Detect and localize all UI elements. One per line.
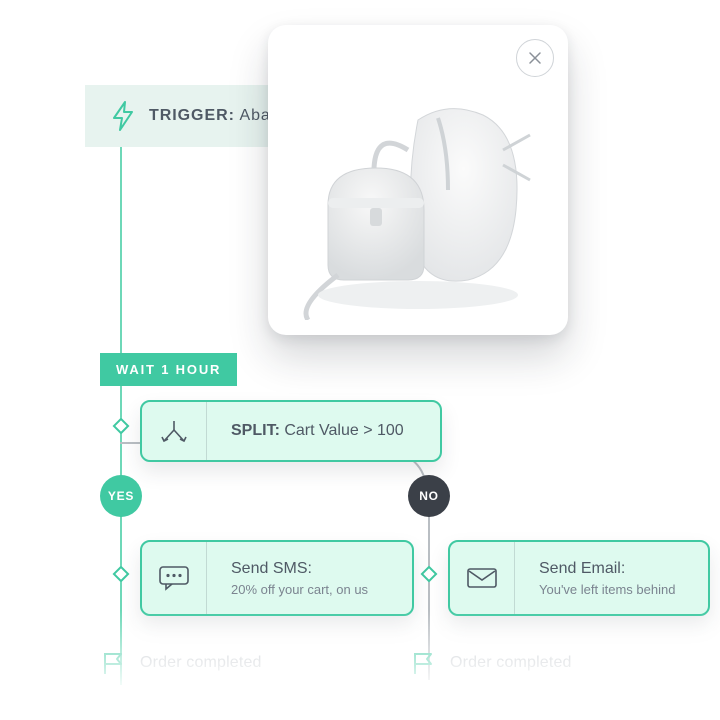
split-label: SPLIT: Cart Value > 100 [231, 422, 404, 440]
lightning-icon [111, 101, 135, 131]
close-icon [528, 51, 542, 65]
branch-chip-yes: YES [100, 475, 142, 517]
split-icon [142, 402, 207, 460]
terminal-label: Order completed [450, 654, 572, 672]
flow-line-main [120, 115, 122, 685]
wait-label: WAIT 1 HOUR [116, 362, 221, 377]
product-image [298, 90, 538, 320]
branch-chip-no: NO [408, 475, 450, 517]
split-card[interactable]: SPLIT: Cart Value > 100 [140, 400, 442, 462]
flow-node [113, 566, 130, 583]
terminal-step: Order completed [410, 650, 572, 676]
sms-icon [142, 542, 207, 614]
close-button[interactable] [516, 39, 554, 77]
mail-icon [450, 542, 515, 614]
action-card-sms[interactable]: Send SMS: 20% off your cart, on us [140, 540, 414, 616]
flag-icon [410, 650, 436, 676]
flow-node [421, 566, 438, 583]
action-title: Send SMS: [231, 560, 368, 578]
action-title: Send Email: [539, 560, 675, 578]
terminal-step: Order completed [100, 650, 262, 676]
flag-icon [100, 650, 126, 676]
action-subtitle: You've left items behind [539, 582, 675, 597]
wait-step[interactable]: WAIT 1 HOUR [100, 353, 237, 386]
action-card-email[interactable]: Send Email: You've left items behind [448, 540, 710, 616]
action-subtitle: 20% off your cart, on us [231, 582, 368, 597]
flow-node [113, 418, 130, 435]
product-preview-card [268, 25, 568, 335]
terminal-label: Order completed [140, 654, 262, 672]
